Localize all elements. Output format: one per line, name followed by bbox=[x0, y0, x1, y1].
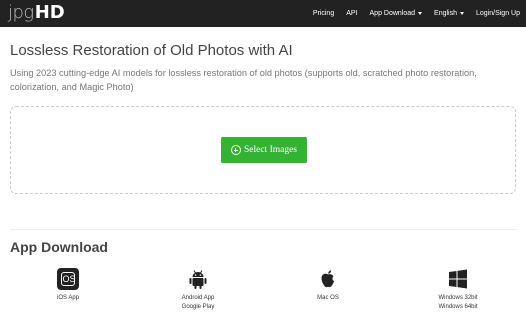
android-icon bbox=[189, 270, 207, 289]
select-images-label: Select Images bbox=[243, 145, 298, 155]
nav-app-download-dropdown[interactable]: App Download bbox=[370, 10, 423, 17]
nav-api-link[interactable]: API bbox=[346, 10, 357, 17]
logo-light-text: jpg bbox=[8, 2, 34, 23]
logo[interactable]: jpg HD bbox=[8, 2, 65, 24]
windows-icon bbox=[449, 269, 467, 289]
app-label: Mac OS bbox=[283, 294, 373, 303]
nav-login-link[interactable]: Login/Sign Up bbox=[476, 10, 520, 17]
app-label: Android App Google Play bbox=[153, 294, 243, 312]
ios-icon-text: iOS bbox=[60, 274, 76, 284]
plus-circle-icon bbox=[230, 145, 241, 155]
page-subtitle: Using 2023 cutting-edge AI models for lo… bbox=[10, 68, 477, 92]
app-label-line1: Mac OS bbox=[317, 295, 339, 301]
windows-app-download[interactable]: Windows 32bit Windows 64bit bbox=[413, 268, 503, 312]
nav-app-download-label: App Download bbox=[369, 10, 416, 17]
mac-app-download[interactable]: Mac OS bbox=[283, 268, 373, 303]
app-label-line2: Google Play bbox=[181, 304, 215, 310]
app-label: Windows 32bit Windows 64bit bbox=[413, 294, 503, 312]
nav-language-dropdown[interactable]: English bbox=[434, 10, 465, 17]
app-label-line1: Windows 32bit bbox=[438, 295, 478, 301]
app-label-line1: Android App bbox=[181, 295, 215, 301]
select-images-button[interactable]: Select Images bbox=[221, 137, 307, 163]
upload-dropzone[interactable]: Select Images bbox=[10, 106, 516, 194]
nav-language-label: English bbox=[434, 10, 458, 17]
android-app-download[interactable]: Android App Google Play bbox=[153, 268, 243, 312]
ios-app-download[interactable]: iOS iOS App bbox=[23, 268, 113, 303]
apple-icon bbox=[321, 270, 335, 288]
top-navbar: jpg HD Pricing API App Download English … bbox=[0, 0, 526, 27]
nav-menu: Pricing API App Download English Login/S… bbox=[301, 0, 520, 27]
caret-down-icon bbox=[418, 12, 423, 15]
caret-down-icon bbox=[460, 12, 465, 15]
app-download-title: App Download bbox=[10, 239, 108, 255]
page-title: Lossless Restoration of Old Photos with … bbox=[10, 42, 293, 59]
app-label-line2: Windows 64bit bbox=[438, 304, 478, 310]
app-label: iOS App bbox=[23, 294, 113, 303]
ios-icon: iOS bbox=[57, 268, 79, 290]
app-label-line1: iOS App bbox=[56, 295, 79, 301]
section-divider bbox=[10, 229, 516, 230]
nav-pricing-link[interactable]: Pricing bbox=[313, 10, 334, 17]
logo-bold-text: HD bbox=[34, 2, 65, 23]
